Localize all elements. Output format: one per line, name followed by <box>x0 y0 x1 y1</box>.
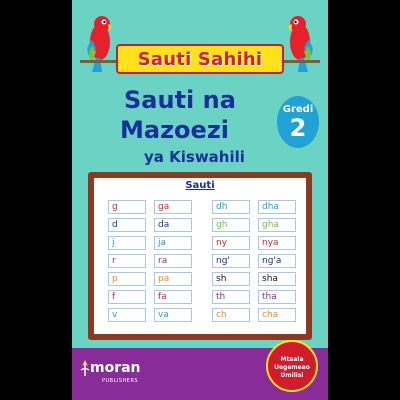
sound-single: j <box>108 236 146 250</box>
sound-syllable: dha <box>258 200 296 214</box>
sound-pair: gh gha <box>206 218 302 232</box>
sound-single: th <box>212 290 250 304</box>
sound-single: p <box>108 272 146 286</box>
sound-syllable: ra <box>154 254 192 268</box>
parrot-illustration-right <box>280 16 320 72</box>
grade-number: 2 <box>289 114 307 142</box>
sound-syllable: fa <box>154 290 192 304</box>
series-banner: Sauti Sahihi <box>116 44 284 74</box>
curriculum-seal: Mtaala Uegemeao Umilisi <box>266 340 318 392</box>
sound-single: sh <box>212 272 250 286</box>
sound-pair: ch cha <box>206 308 302 322</box>
sound-syllable: sha <box>258 272 296 286</box>
sound-syllable: ng'a <box>258 254 296 268</box>
book-title-line-1: Sauti na <box>124 86 236 114</box>
book-cover: Sauti Sahihi Sauti na Mazoezi ya Kiswahi… <box>72 0 328 400</box>
sound-pair: f fa <box>102 290 198 304</box>
series-title: Sauti Sahihi <box>137 48 263 70</box>
sound-single: dh <box>212 200 250 214</box>
sound-pair: ng' ng'a <box>206 254 302 268</box>
sound-pair: p pa <box>102 272 198 286</box>
sound-pair: g ga <box>102 200 198 214</box>
sound-single: r <box>108 254 146 268</box>
sound-pair: r ra <box>102 254 198 268</box>
sound-pair: d da <box>102 218 198 232</box>
sound-syllable: va <box>154 308 192 322</box>
sound-single: f <box>108 290 146 304</box>
sound-syllable: gha <box>258 218 296 232</box>
sound-column-left: g ga d da j ja r ra p pa f fa v va <box>102 200 198 330</box>
publisher-subtitle: PUBLISHERS <box>102 378 139 384</box>
grade-badge: Gredi 2 <box>277 96 319 148</box>
sound-syllable: da <box>154 218 192 232</box>
book-title-line-2: Mazoezi <box>120 116 230 144</box>
sound-pair: sh sha <box>206 272 302 286</box>
seal-line-2: Uegemeao <box>274 364 310 371</box>
book-title-line-3: ya Kiswahili <box>144 148 245 166</box>
seal-line-3: Umilisi <box>280 372 304 379</box>
sound-syllable: cha <box>258 308 296 322</box>
sound-syllable: nya <box>258 236 296 250</box>
sound-single: ny <box>212 236 250 250</box>
board-heading: Sauti <box>185 180 215 191</box>
sound-single: ch <box>212 308 250 322</box>
sound-pair: dh dha <box>206 200 302 214</box>
sound-syllable: ja <box>154 236 192 250</box>
sound-pair: v va <box>102 308 198 322</box>
sound-single: g <box>108 200 146 214</box>
sound-pair: th tha <box>206 290 302 304</box>
sound-single: gh <box>212 218 250 232</box>
sound-pair: ny nya <box>206 236 302 250</box>
publisher-name: moran <box>90 360 141 376</box>
parrot-illustration-left <box>80 16 120 72</box>
sound-single: v <box>108 308 146 322</box>
sound-single: d <box>108 218 146 232</box>
sound-pair: j ja <box>102 236 198 250</box>
sound-syllable: tha <box>258 290 296 304</box>
chalkboard-frame: Sauti g ga d da j ja r ra p pa f fa v va dh dha gh gha ny… <box>88 172 312 340</box>
sound-single: ng' <box>212 254 250 268</box>
sound-syllable: pa <box>154 272 192 286</box>
seal-line-1: Mtaala <box>280 356 304 363</box>
sound-column-right: dh dha gh gha ny nya ng' ng'a sh sha th tha ch cha <box>206 200 302 330</box>
chalkboard: Sauti g ga d da j ja r ra p pa f fa v va dh dha gh gha ny… <box>94 178 306 334</box>
sound-syllable: ga <box>154 200 192 214</box>
